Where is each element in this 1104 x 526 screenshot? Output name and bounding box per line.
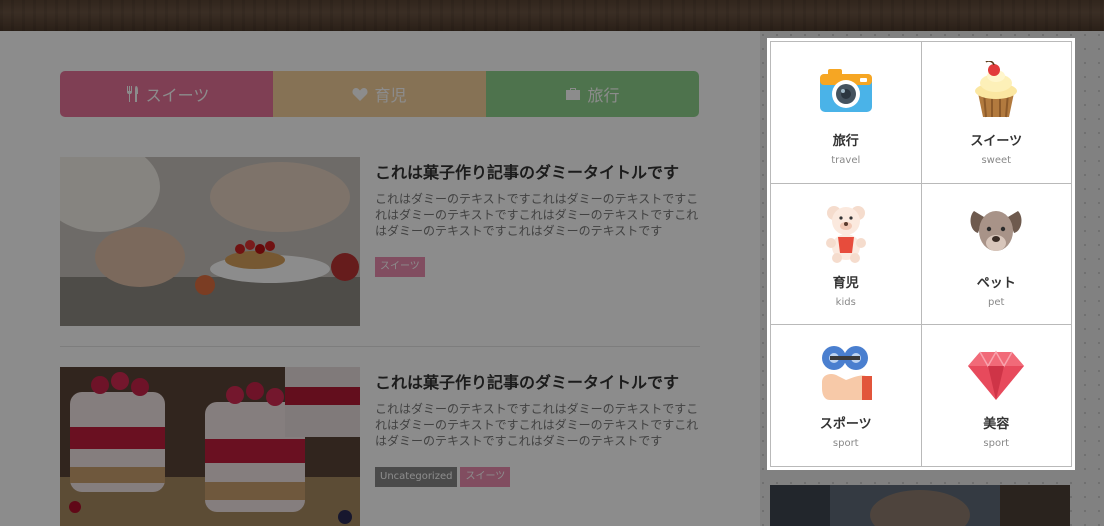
- category-sub: sweet: [981, 155, 1012, 166]
- category-kids[interactable]: 育児 kids: [771, 183, 922, 326]
- category-name: ペット: [976, 275, 1016, 291]
- category-menu-panel: 旅行 travel スイーツ sweet 育児 kids ペット pet スポー…: [767, 38, 1075, 470]
- teddy-bear-icon: [825, 205, 866, 263]
- category-name: 旅行: [832, 134, 859, 149]
- category-sub: kids: [835, 296, 856, 308]
- category-sweets[interactable]: スイーツ sweet: [921, 42, 1072, 184]
- category-name: スポーツ: [819, 417, 872, 433]
- category-name: 美容: [983, 417, 1010, 433]
- category-travel[interactable]: 旅行 travel: [771, 42, 922, 184]
- category-sub: sport: [983, 438, 1010, 450]
- category-sub: pet: [988, 296, 1005, 308]
- category-sub: travel: [831, 155, 861, 166]
- cupcake-icon: [975, 61, 1018, 118]
- category-pet[interactable]: ペット pet: [921, 183, 1072, 326]
- camera-icon: [819, 69, 872, 112]
- gem-icon: [968, 350, 1025, 401]
- category-name: 育児: [832, 275, 859, 291]
- category-name: スイーツ: [970, 134, 1023, 149]
- category-sub: sport: [832, 438, 859, 450]
- category-beauty[interactable]: 美容 sport: [921, 325, 1072, 467]
- dog-icon: [970, 210, 1022, 251]
- category-sports[interactable]: スポーツ sport: [771, 325, 922, 467]
- category-grid: 旅行 travel スイーツ sweet 育児 kids ペット pet スポー…: [770, 41, 1072, 467]
- dumbbell-icon: [821, 346, 872, 401]
